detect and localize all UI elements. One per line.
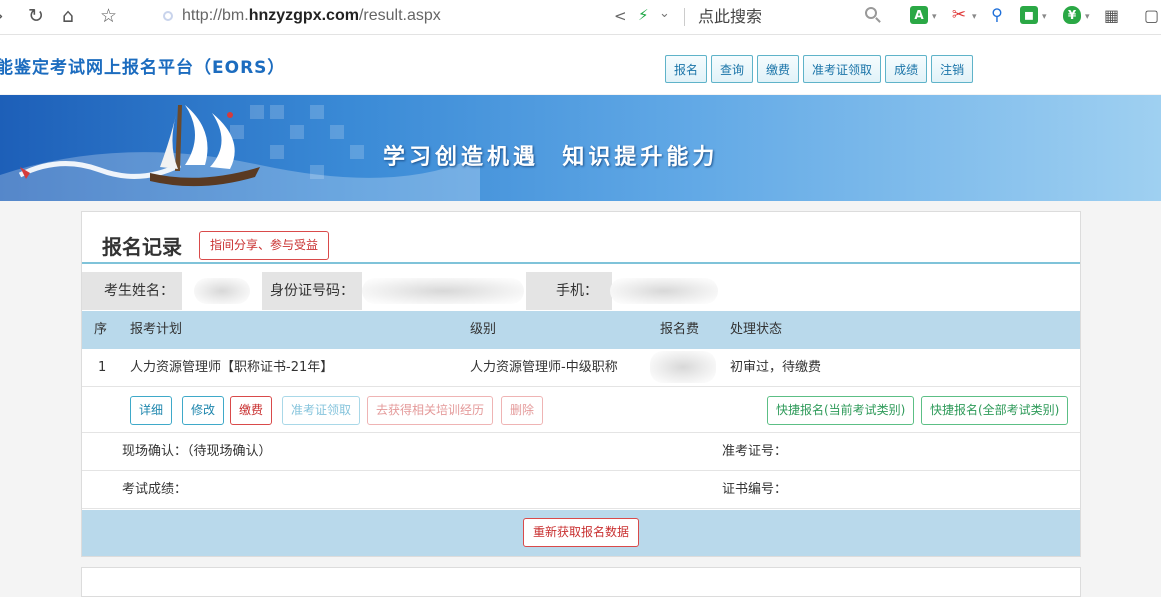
row-status: 初审过，待缴费	[730, 360, 822, 375]
shield-icon[interactable]: ¥	[1063, 6, 1081, 24]
url-domain: hnzyzgpx.com	[248, 7, 359, 24]
certificate-number-label: 证书编号：	[722, 482, 788, 497]
row-plan: 人力资源管理师【职称证书-21年】	[130, 360, 334, 375]
phone-label: 手机：	[556, 283, 598, 299]
table-row: 1 人力资源管理师【职称证书-21年】 人力资源管理师-中级职称 初审过，待缴费	[82, 349, 1080, 387]
chevron-down-icon[interactable]: ▾	[1042, 12, 1047, 22]
address-bar[interactable]: http://bm.hnzyzgpx.com/result.aspx	[182, 6, 441, 26]
id-number-label: 身份证号码：	[270, 283, 354, 299]
refresh-icon[interactable]: ↻	[28, 5, 44, 27]
nav-register[interactable]: 报名	[665, 55, 708, 83]
edit-button[interactable]: 修改	[182, 396, 225, 425]
translate-extension-icon[interactable]: A	[910, 6, 928, 24]
window-icon[interactable]: ▢	[1144, 5, 1159, 27]
row-index: 1	[98, 360, 107, 375]
gamepad-icon[interactable]: ◼	[1020, 6, 1038, 24]
nav-scores[interactable]: 成绩	[885, 55, 928, 83]
search-icon[interactable]	[865, 7, 877, 19]
site-info-icon[interactable]	[163, 11, 173, 21]
chevron-down-icon[interactable]: ▾	[972, 12, 977, 22]
main-nav: 报名 查询 缴费 准考证领取 成绩 注销	[665, 55, 974, 83]
nav-logout[interactable]: 注销	[931, 55, 974, 83]
col-status: 处理状态	[730, 322, 783, 337]
delete-button[interactable]: 删除	[501, 396, 544, 425]
section-title: 报名记录	[102, 235, 182, 259]
candidate-info-row: 考生姓名： 身份证号码： 手机：	[82, 272, 1080, 310]
chevron-down-icon[interactable]: ▾	[1085, 12, 1090, 22]
home-icon[interactable]: ⌂	[62, 5, 74, 27]
bottom-bar: 重新获取报名数据	[82, 510, 1080, 556]
refresh-data-button[interactable]: 重新获取报名数据	[523, 518, 640, 547]
toolbar-divider	[684, 8, 685, 26]
details-button[interactable]: 详细	[130, 396, 173, 425]
phone-redacted	[610, 278, 718, 304]
id-label-cell: 身份证号码：	[262, 272, 362, 310]
url-path: /result.aspx	[358, 7, 441, 24]
nav-query[interactable]: 查询	[711, 55, 754, 83]
browser-toolbar: › ↻ ⌂ ☆ http://bm.hnzyzgpx.com/result.as…	[0, 0, 1161, 35]
row-level: 人力资源管理师-中级职称	[470, 360, 618, 375]
nav-payment[interactable]: 缴费	[757, 55, 800, 83]
id-number-redacted	[362, 278, 524, 304]
scissors-icon[interactable]: ✂	[950, 6, 968, 24]
col-plan: 报考计划	[130, 322, 183, 337]
chevron-down-icon[interactable]: ⌄	[659, 6, 670, 21]
ticket-number-label: 准考证号：	[722, 444, 788, 459]
candidate-name-label-cell: 考生姓名：	[82, 272, 182, 310]
result-row: 考试成绩： 证书编号：	[82, 471, 1080, 509]
row-actions: 详细 修改 缴费 准考证领取 去获得相关培训经历 删除 快捷报名(当前考试类别)…	[82, 387, 1080, 433]
magnifier-extension-icon[interactable]: ⚲	[988, 6, 1006, 24]
pay-button[interactable]: 缴费	[230, 396, 273, 425]
exam-score-label: 考试成绩：	[122, 482, 188, 497]
apps-grid-icon[interactable]: ▦	[1104, 5, 1119, 27]
quick-register-current-button[interactable]: 快捷报名(当前考试类别)	[767, 396, 915, 425]
quick-register-all-button[interactable]: 快捷报名(全部考试类别)	[921, 396, 1069, 425]
search-input[interactable]	[698, 4, 888, 28]
registration-record-card: 报名记录 指间分享、参与受益 考生姓名： 身份证号码： 手机： 序 报考计划 级…	[81, 211, 1081, 557]
confirmation-row: 现场确认：（待现场确认） 准考证号：	[82, 433, 1080, 471]
lightning-icon[interactable]: ⚡	[638, 6, 649, 24]
banner: 学习创造机遇 知识提升能力	[0, 95, 1161, 201]
title-divider	[82, 262, 1080, 264]
star-icon[interactable]: ☆	[100, 5, 117, 27]
onsite-confirmation-label: 现场确认：（待现场确认）	[122, 444, 272, 459]
forward-icon[interactable]: ›	[0, 5, 4, 27]
nav-admission-ticket[interactable]: 准考证领取	[803, 55, 882, 83]
col-level: 级别	[470, 322, 497, 337]
col-fee: 报名费	[660, 322, 700, 337]
chevron-down-icon[interactable]: ▾	[932, 12, 937, 22]
banner-slogan: 学习创造机遇 知识提升能力	[383, 144, 719, 170]
site-title: 能鉴定考试网上报名平台（EORS）	[0, 58, 286, 78]
table-header: 序 报考计划 级别 报名费 处理状态	[82, 311, 1080, 349]
url-prefix: http://bm.	[182, 7, 249, 24]
candidate-name-label: 考生姓名：	[104, 283, 174, 299]
candidate-name-redacted	[194, 278, 250, 304]
col-index: 序	[94, 322, 108, 337]
training-experience-button[interactable]: 去获得相关培训经历	[367, 396, 494, 425]
admission-ticket-button[interactable]: 准考证领取	[282, 396, 361, 425]
share-button[interactable]: 指间分享、参与受益	[199, 231, 330, 260]
share-icon[interactable]: <	[614, 7, 627, 25]
row-fee-redacted	[650, 351, 716, 383]
next-section-card	[81, 567, 1081, 597]
phone-label-cell: 手机：	[526, 272, 612, 310]
